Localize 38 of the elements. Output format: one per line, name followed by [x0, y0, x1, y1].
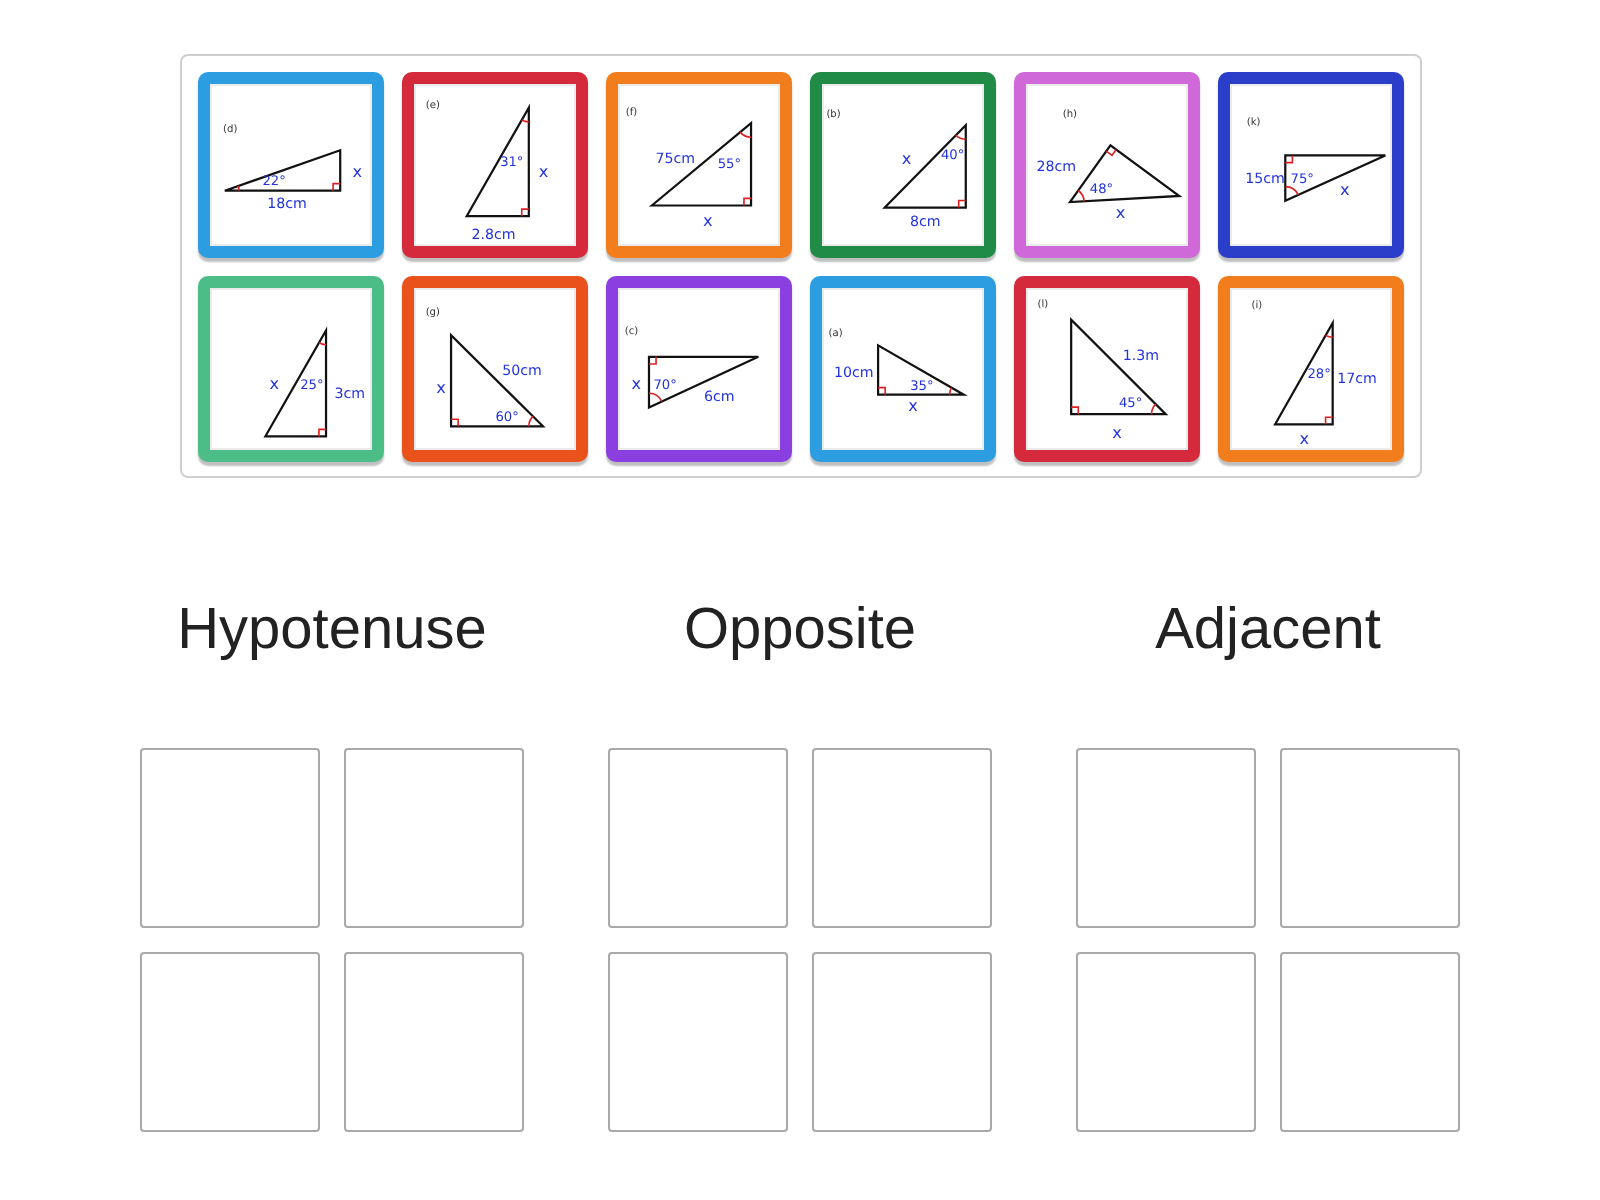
drop-zone[interactable]	[1280, 748, 1460, 928]
unknown-x: x	[435, 377, 445, 398]
unknown-x: x	[1339, 179, 1349, 200]
drop-zone[interactable]	[812, 748, 992, 928]
triangle-drawing	[875, 343, 967, 396]
unknown-x: x	[537, 161, 548, 182]
triangle-drawing	[1069, 317, 1168, 416]
drop-zone[interactable]	[344, 748, 524, 928]
drop-zone[interactable]	[140, 748, 320, 928]
unknown-x: x	[351, 161, 361, 182]
drop-zone[interactable]	[812, 952, 992, 1132]
unknown-x: x	[900, 148, 911, 169]
triangle-drawing	[448, 332, 545, 428]
drop-zone[interactable]	[344, 952, 524, 1132]
category-heading: Hypotenuse	[177, 596, 487, 666]
unknown-x: x	[1111, 421, 1121, 442]
unknown-x: x	[1114, 202, 1125, 223]
drop-zone[interactable]	[1076, 748, 1256, 928]
drop-zone[interactable]	[608, 952, 788, 1132]
drop-zone[interactable]	[1280, 952, 1460, 1132]
triangle-drawing	[222, 148, 341, 192]
drop-zone[interactable]	[1076, 952, 1256, 1132]
triangle-drawing	[1283, 154, 1386, 203]
drop-zone[interactable]	[608, 748, 788, 928]
triangle-drawing	[262, 326, 327, 438]
category-heading: Adjacent	[1155, 596, 1381, 666]
triangle-drawing	[646, 355, 759, 410]
unknown-x: x	[1298, 427, 1309, 448]
unknown-x: x	[630, 372, 640, 393]
unknown-x: x	[268, 372, 278, 393]
unknown-x: x	[701, 209, 712, 230]
triangle-drawing	[1272, 318, 1333, 426]
triangle-drawing	[463, 103, 529, 218]
category-heading: Opposite	[683, 596, 917, 666]
drop-zone[interactable]	[140, 952, 320, 1132]
unknown-x: x	[907, 394, 917, 415]
triangle-drawing	[881, 122, 966, 209]
triangle-drawing	[647, 120, 752, 207]
